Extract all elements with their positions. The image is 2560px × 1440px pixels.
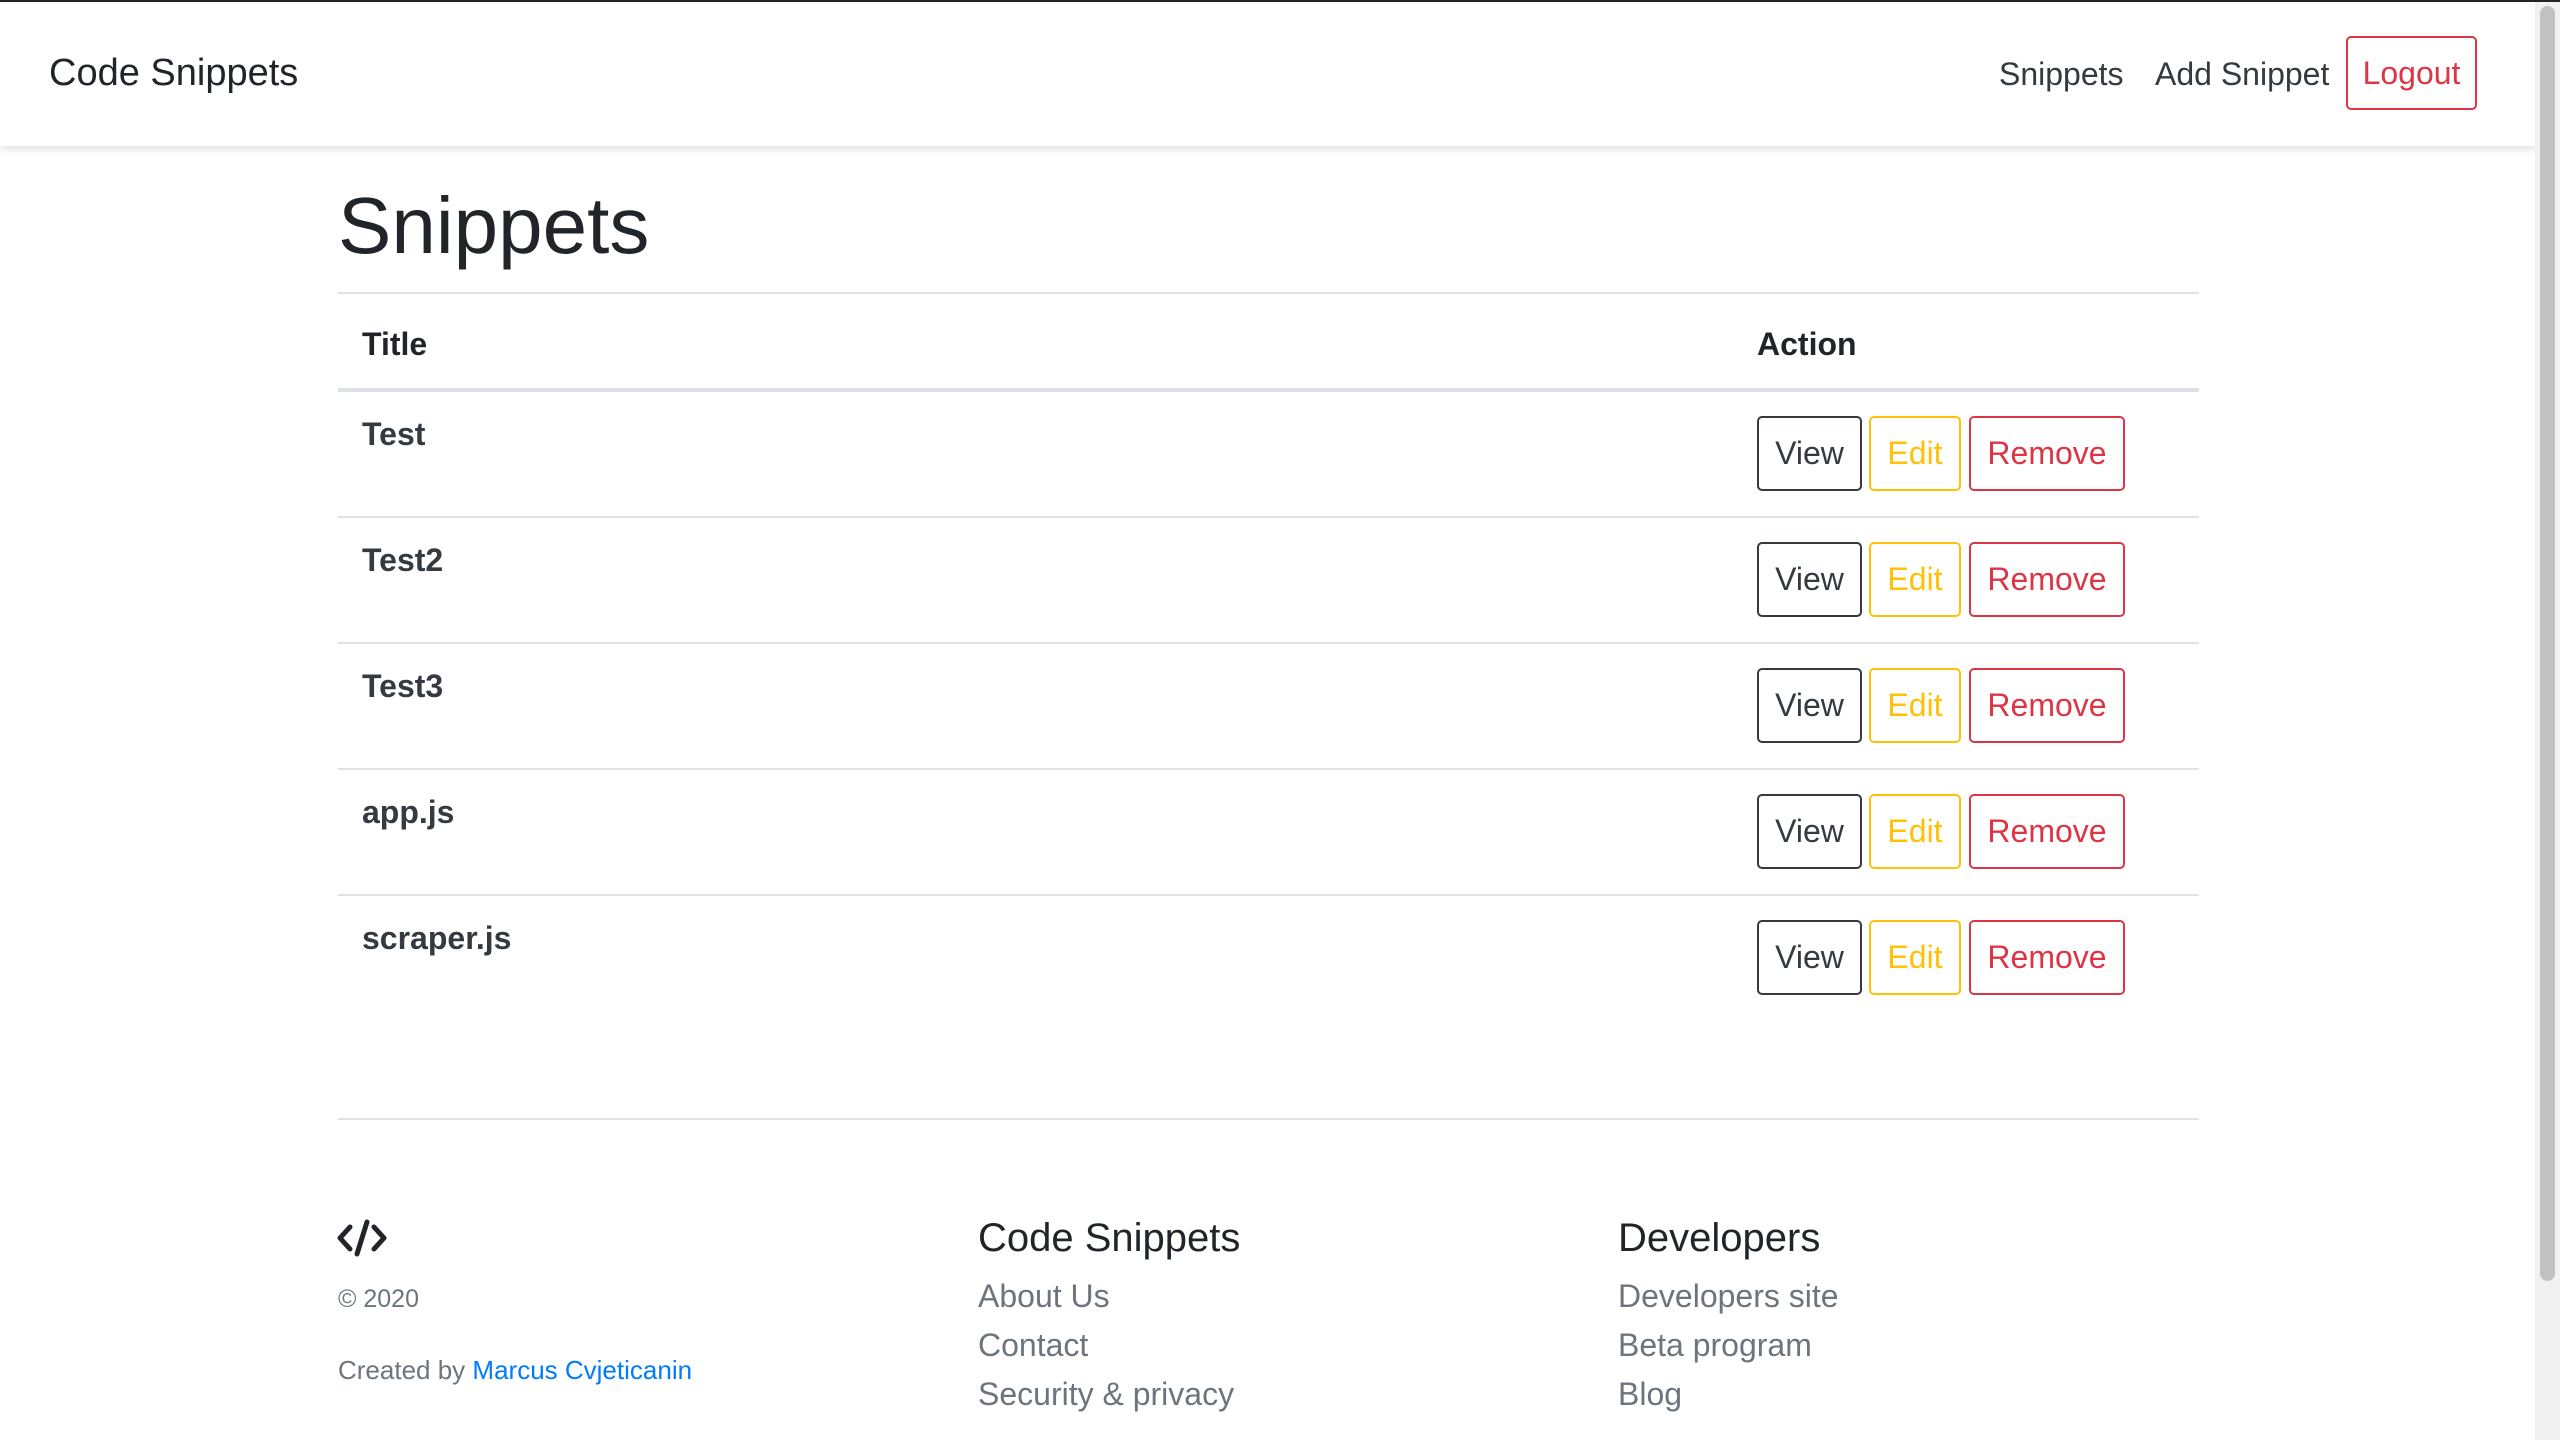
table-row: scraper.js View Edit Remove [338, 896, 2199, 1022]
remove-button[interactable]: Remove [1969, 542, 2125, 617]
remove-button[interactable]: Remove [1969, 416, 2125, 491]
snippet-title: app.js [362, 794, 455, 830]
footer-link-about-us[interactable]: About Us [978, 1272, 1240, 1321]
remove-button[interactable]: Remove [1969, 668, 2125, 743]
snippet-title: scraper.js [362, 920, 512, 956]
created-by: Created by Marcus Cvjeticanin [338, 1355, 692, 1385]
edit-button[interactable]: Edit [1869, 542, 1961, 617]
footer-column-developers: Developers Developers site Beta program … [1618, 1214, 1839, 1419]
remove-button[interactable]: Remove [1969, 794, 2125, 869]
table-row: Test3 View Edit Remove [338, 644, 2199, 770]
table-row: Test2 View Edit Remove [338, 518, 2199, 644]
column-header-title: Title [362, 326, 428, 362]
footer-link-blog[interactable]: Blog [1618, 1370, 1839, 1419]
page-title: Snippets [338, 181, 650, 270]
view-button[interactable]: View [1757, 794, 1862, 869]
snippet-title: Test3 [362, 668, 444, 704]
footer-links: Developers site Beta program Blog [1618, 1272, 1839, 1419]
footer-link-developers-site[interactable]: Developers site [1618, 1272, 1839, 1321]
nav-link-snippets[interactable]: Snippets [1999, 53, 2124, 95]
copyright-text: © 2020 [338, 1285, 419, 1313]
edit-button[interactable]: Edit [1869, 794, 1961, 869]
edit-button[interactable]: Edit [1869, 416, 1961, 491]
logout-button[interactable]: Logout [2346, 36, 2477, 110]
snippet-title: Test2 [362, 542, 444, 578]
footer-divider [338, 1118, 2199, 1120]
footer-link-contact[interactable]: Contact [978, 1321, 1240, 1370]
footer-links: About Us Contact Security & privacy [978, 1272, 1240, 1419]
edit-button[interactable]: Edit [1869, 668, 1961, 743]
nav-link-add-snippet[interactable]: Add Snippet [2155, 53, 2329, 95]
created-by-label: Created by [338, 1355, 466, 1385]
footer-heading: Code Snippets [978, 1216, 1241, 1260]
view-button[interactable]: View [1757, 416, 1862, 491]
brand-link[interactable]: Code Snippets [49, 50, 298, 96]
page: Code Snippets Snippets Add Snippet Logou… [0, 0, 2560, 1440]
table-row: Test View Edit Remove [338, 392, 2199, 518]
table-header: Title Action [338, 292, 2199, 392]
snippets-table: Title Action Test View Edit Remove Test2… [338, 292, 2199, 1022]
view-button[interactable]: View [1757, 542, 1862, 617]
view-button[interactable]: View [1757, 920, 1862, 995]
navbar: Code Snippets Snippets Add Snippet Logou… [0, 2, 2535, 146]
remove-button[interactable]: Remove [1969, 920, 2125, 995]
code-icon [336, 1218, 388, 1258]
snippet-title: Test [362, 416, 426, 452]
scrollbar-thumb[interactable] [2540, 6, 2555, 1281]
footer-link-beta-program[interactable]: Beta program [1618, 1321, 1839, 1370]
column-header-action: Action [1757, 326, 1857, 362]
edit-button[interactable]: Edit [1869, 920, 1961, 995]
footer-link-security-privacy[interactable]: Security & privacy [978, 1370, 1240, 1419]
table-row: app.js View Edit Remove [338, 770, 2199, 896]
author-link[interactable]: Marcus Cvjeticanin [472, 1355, 692, 1385]
view-button[interactable]: View [1757, 668, 1862, 743]
footer-heading: Developers [1618, 1216, 1821, 1260]
footer-column-code-snippets: Code Snippets About Us Contact Security … [978, 1214, 1240, 1419]
